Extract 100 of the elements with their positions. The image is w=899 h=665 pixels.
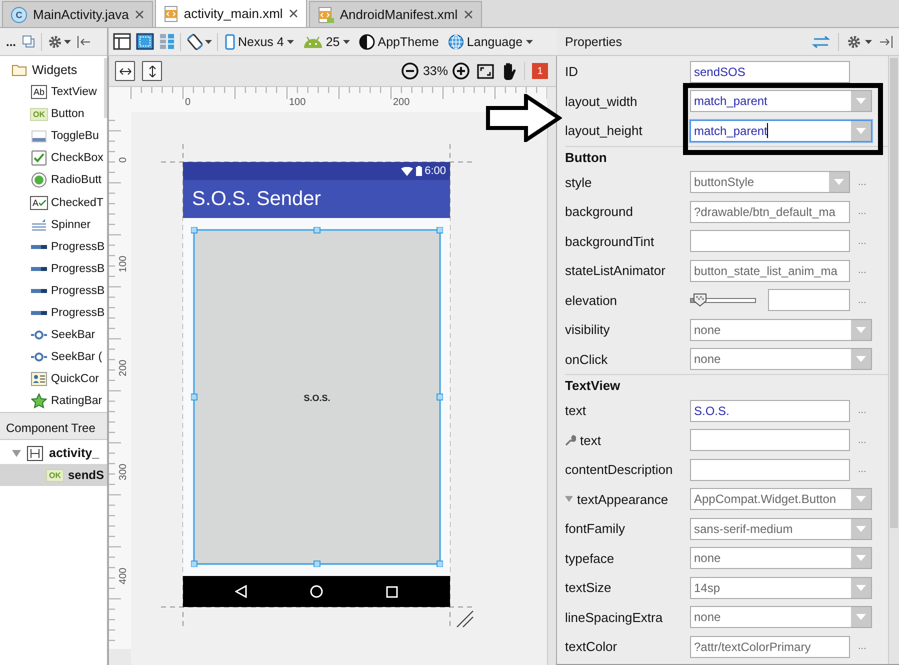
- radio-icon: [31, 172, 47, 188]
- dropdown-arrow-icon[interactable]: [851, 578, 871, 598]
- error-count-badge[interactable]: 1: [532, 63, 548, 79]
- tree-item[interactable]: OK sendS: [0, 464, 107, 486]
- more-button[interactable]: ...: [858, 294, 866, 306]
- more-button[interactable]: ...: [858, 464, 866, 476]
- editor-tab[interactable]: activity_main.xml: [154, 0, 307, 27]
- more-button[interactable]: ...: [858, 176, 866, 188]
- editor-tab[interactable]: AndroidManifest.xml: [308, 1, 482, 27]
- more-button[interactable]: ...: [858, 641, 866, 652]
- palette-item[interactable]: RadioButt: [0, 169, 107, 192]
- device-dropdown[interactable]: Nexus 4: [223, 34, 296, 50]
- section-heading: Button: [565, 146, 888, 168]
- palette-item[interactable]: ProgressB: [0, 236, 107, 258]
- settings-icon[interactable]: [847, 34, 861, 48]
- dropdown-arrow-icon[interactable]: [851, 607, 871, 628]
- language-dropdown[interactable]: Language: [446, 34, 535, 50]
- text-field[interactable]: button_state_list_anim_ma: [690, 260, 850, 282]
- recents-icon[interactable]: [386, 586, 398, 598]
- close-icon[interactable]: [464, 10, 473, 19]
- palette-item[interactable]: RatingBar: [0, 390, 107, 412]
- blueprint-view-icon[interactable]: [136, 33, 154, 50]
- slider[interactable]: [690, 293, 756, 308]
- text-field[interactable]: [690, 230, 850, 252]
- palette-item[interactable]: QuickCor: [0, 368, 107, 390]
- design-view-icon[interactable]: [113, 33, 131, 50]
- tree-item[interactable]: activity_: [0, 442, 107, 464]
- text-field[interactable]: S.O.S.: [690, 400, 850, 422]
- dropdown-arrow-icon[interactable]: [851, 120, 871, 141]
- more-button[interactable]: ...: [6, 34, 16, 48]
- dropdown-field[interactable]: AppCompat.Widget.Button: [690, 488, 872, 510]
- pan-horizontal-button[interactable]: [115, 61, 135, 81]
- palette-item[interactable]: ProgressB: [0, 302, 107, 324]
- text-field[interactable]: [690, 429, 850, 452]
- home-icon[interactable]: [310, 585, 323, 598]
- text-field[interactable]: [768, 289, 850, 312]
- more-button[interactable]: ...: [858, 405, 866, 416]
- dropdown-arrow-icon[interactable]: [851, 489, 871, 510]
- dropdown-arrow-icon[interactable]: [851, 91, 871, 112]
- more-button[interactable]: ...: [858, 236, 866, 247]
- property-label: layout_width: [565, 94, 638, 109]
- phone-icon: [225, 34, 235, 50]
- dropdown-field[interactable]: none: [690, 348, 872, 370]
- dropdown-field[interactable]: match_parent: [690, 120, 872, 142]
- dropdown-field[interactable]: sans-serif-medium: [690, 518, 872, 540]
- pin-icon[interactable]: [880, 36, 893, 48]
- dropdown-field[interactable]: none: [690, 547, 872, 570]
- settings-icon[interactable]: [48, 34, 62, 48]
- pan-vertical-button[interactable]: [142, 61, 162, 81]
- dropdown-field[interactable]: none: [690, 606, 872, 628]
- close-icon[interactable]: [288, 9, 298, 18]
- zoom-in-icon[interactable]: [452, 62, 470, 80]
- copy-icon[interactable]: [22, 35, 36, 48]
- palette-item[interactable]: SeekBar: [0, 324, 107, 346]
- scrollbar[interactable]: [890, 58, 898, 528]
- text-field[interactable]: sendSOS: [690, 60, 850, 83]
- scrollbar[interactable]: [104, 58, 107, 118]
- category-label[interactable]: Widgets: [32, 63, 78, 77]
- text-field[interactable]: ?drawable/btn_default_ma: [690, 200, 850, 223]
- dropdown-arrow-icon[interactable]: [851, 518, 871, 539]
- expanded-icon[interactable]: [565, 495, 573, 504]
- dropdown-field[interactable]: none: [690, 318, 872, 341]
- text-field[interactable]: ?attr/textColorPrimary: [690, 636, 850, 658]
- more-button[interactable]: ...: [858, 206, 866, 218]
- button-icon: OK: [30, 108, 48, 121]
- close-icon[interactable]: [134, 10, 144, 19]
- api-level-dropdown[interactable]: 25: [300, 34, 352, 48]
- text-field[interactable]: [690, 458, 850, 481]
- scrollbar[interactable]: [547, 112, 556, 665]
- palette-item[interactable]: A CheckedT: [0, 191, 107, 214]
- dropdown-arrow-icon[interactable]: [851, 320, 871, 340]
- dropdown-field[interactable]: 14sp: [690, 576, 872, 599]
- fit-screen-icon[interactable]: [477, 64, 494, 78]
- palette-item[interactable]: OK Button: [0, 103, 107, 126]
- slider-thumb[interactable]: [692, 293, 707, 308]
- zoom-out-icon[interactable]: [400, 62, 419, 80]
- expanded-icon[interactable]: [12, 448, 21, 458]
- back-icon[interactable]: [234, 585, 247, 598]
- theme-button[interactable]: AppTheme: [356, 34, 441, 50]
- editor-tab[interactable]: C MainActivity.java: [2, 1, 153, 27]
- palette-item[interactable]: ProgressB: [0, 280, 107, 302]
- more-button[interactable]: ...: [858, 265, 866, 276]
- palette-item[interactable]: CheckBox: [0, 147, 107, 170]
- more-button[interactable]: ...: [858, 434, 866, 446]
- palette-item[interactable]: Spinner: [0, 214, 107, 236]
- dropdown-field[interactable]: buttonStyle: [690, 171, 850, 194]
- collapse-icon[interactable]: [77, 36, 90, 48]
- sos-button[interactable]: S.O.S.: [195, 231, 439, 564]
- resize-handle-icon[interactable]: [456, 610, 474, 628]
- palette-item[interactable]: SeekBar (: [0, 346, 107, 368]
- dropdown-field[interactable]: match_parent: [690, 90, 872, 112]
- palette-item[interactable]: ProgressB: [0, 258, 107, 280]
- hand-icon[interactable]: [501, 62, 517, 80]
- palette-item[interactable]: ToggleBu: [0, 125, 107, 148]
- palette-item[interactable]: Ab TextView: [0, 81, 107, 104]
- split-view-icon[interactable]: [159, 33, 175, 50]
- dropdown-arrow-icon[interactable]: [829, 172, 849, 192]
- swap-icon[interactable]: [812, 36, 830, 48]
- dropdown-arrow-icon[interactable]: [851, 548, 871, 568]
- dropdown-arrow-icon[interactable]: [851, 349, 871, 370]
